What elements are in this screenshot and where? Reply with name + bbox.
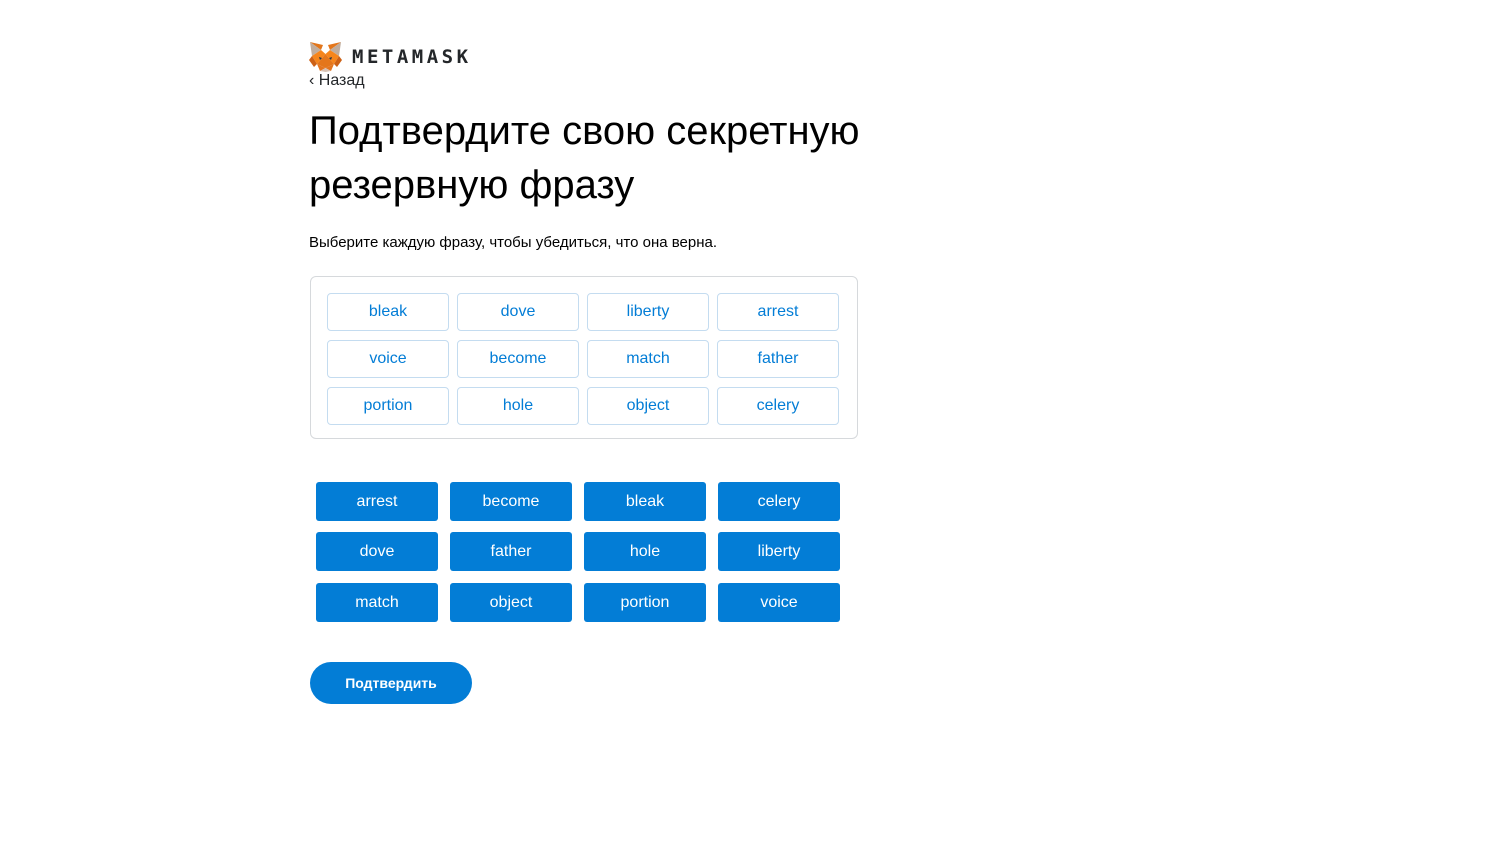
word-option-button[interactable]: object	[450, 583, 572, 622]
selected-phrase-area: bleak dove liberty arrest voice become m…	[310, 276, 858, 439]
word-option-button[interactable]: celery	[718, 482, 840, 521]
selected-word-chip[interactable]: voice	[327, 340, 449, 378]
selected-word-chip[interactable]: hole	[457, 387, 579, 425]
word-option-button[interactable]: dove	[316, 532, 438, 571]
back-link[interactable]: ‹ Назад	[309, 72, 365, 90]
selected-word-chip[interactable]: celery	[717, 387, 839, 425]
word-option-button[interactable]: father	[450, 532, 572, 571]
word-option-button[interactable]: voice	[718, 583, 840, 622]
page: METAMASK ‹ Назад Подтвердите свою секрет…	[0, 0, 1498, 854]
word-option-button[interactable]: portion	[584, 583, 706, 622]
word-option-button[interactable]: hole	[584, 532, 706, 571]
selected-word-chip[interactable]: portion	[327, 387, 449, 425]
word-option-button[interactable]: match	[316, 583, 438, 622]
instruction-text: Выберите каждую фразу, чтобы убедиться, …	[309, 234, 718, 251]
word-option-button[interactable]: bleak	[584, 482, 706, 521]
metamask-fox-icon	[309, 42, 342, 72]
word-option-button[interactable]: liberty	[718, 532, 840, 571]
metamask-logo: METAMASK	[309, 42, 472, 72]
selected-word-chip[interactable]: father	[717, 340, 839, 378]
selected-word-chip[interactable]: object	[587, 387, 709, 425]
selected-word-chip[interactable]: arrest	[717, 293, 839, 331]
confirm-button[interactable]: Подтвердить	[310, 662, 472, 704]
selected-word-chip[interactable]: bleak	[327, 293, 449, 331]
selected-word-chip[interactable]: dove	[457, 293, 579, 331]
selected-word-chip[interactable]: match	[587, 340, 709, 378]
selected-word-chip[interactable]: become	[457, 340, 579, 378]
brand-wordmark: METAMASK	[352, 46, 472, 68]
page-title: Подтвердите свою секретную резервную фра…	[309, 109, 860, 207]
word-option-button[interactable]: become	[450, 482, 572, 521]
word-option-button[interactable]: arrest	[316, 482, 438, 521]
selected-word-chip[interactable]: liberty	[587, 293, 709, 331]
